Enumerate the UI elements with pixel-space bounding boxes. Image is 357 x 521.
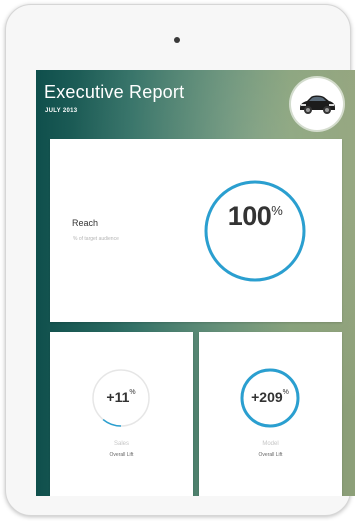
page-title: Executive Report	[44, 82, 185, 102]
car-icon	[300, 95, 335, 114]
model-card[interactable]: +209% Model Overall Lift	[199, 332, 342, 496]
sales-label: Sales	[113, 441, 129, 447]
sales-sublabel: Overall Lift	[109, 452, 134, 458]
reach-unit: %	[271, 203, 283, 218]
reach-value: 100%	[227, 201, 283, 231]
reach-card[interactable]: Reach % of target audience 100%	[50, 139, 342, 322]
tablet-frame: Executive Report JULY 2013 Reach % of ta…	[5, 4, 355, 516]
app-screen: Executive Report JULY 2013 Reach % of ta…	[36, 70, 355, 496]
sales-card[interactable]: +11% Sales Overall Lift	[50, 332, 193, 496]
model-value: +209%	[251, 389, 289, 405]
model-unit: %	[282, 389, 289, 396]
report-period: JULY 2013	[45, 108, 78, 114]
sales-unit: %	[129, 389, 136, 396]
reach-label: Reach	[72, 218, 99, 228]
model-label: Model	[262, 441, 279, 447]
sales-value: +11%	[106, 389, 136, 405]
model-sublabel: Overall Lift	[258, 452, 283, 458]
avatar[interactable]	[291, 78, 343, 130]
camera-icon	[174, 37, 180, 43]
reach-sublabel: % of target audience	[73, 236, 119, 242]
